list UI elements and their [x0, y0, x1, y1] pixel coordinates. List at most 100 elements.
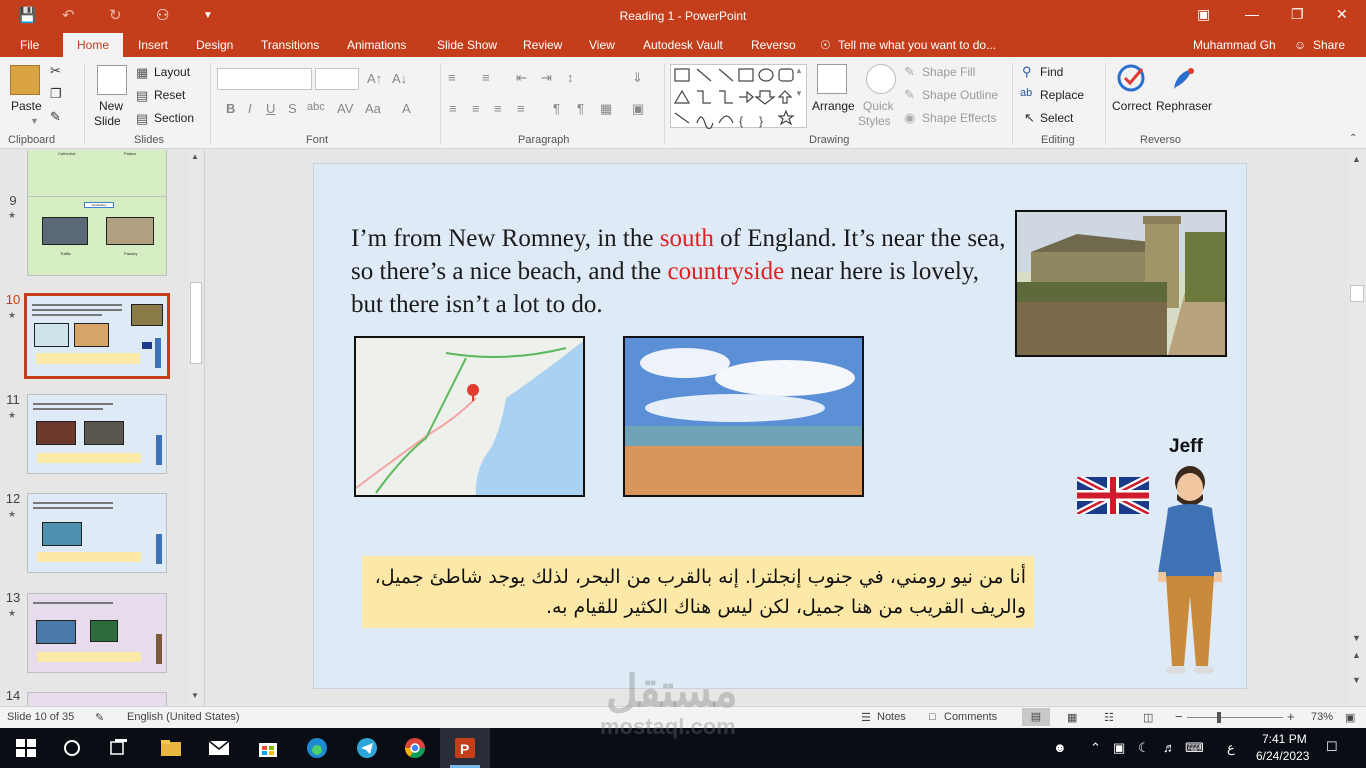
bullets-icon[interactable]: ≡	[448, 70, 456, 85]
scroll-up-icon[interactable]: ▲	[191, 152, 199, 161]
reset-button[interactable]: Reset	[154, 88, 185, 102]
zoom-level[interactable]: 73%	[1311, 711, 1333, 723]
slideshow-icon[interactable]: ◫	[1143, 711, 1153, 724]
font-name-box[interactable]	[217, 68, 312, 90]
copy-icon[interactable]: ❐	[50, 86, 62, 102]
slide-canvas[interactable]: I’m from New Romney, in the south of Eng…	[313, 163, 1247, 689]
notes-button[interactable]: Notes	[877, 711, 906, 723]
shape-fill-button[interactable]: Shape Fill	[922, 65, 975, 79]
previous-slide-icon[interactable]: ▲	[1352, 650, 1361, 660]
clock-time[interactable]: 7:41 PM	[1262, 732, 1307, 746]
justify-icon[interactable]: ≡	[517, 101, 525, 116]
store-icon[interactable]	[256, 736, 280, 760]
next-slide-icon[interactable]: ▼	[1352, 675, 1361, 685]
underline-icon[interactable]: U	[266, 101, 275, 116]
clock-date[interactable]: 6/24/2023	[1256, 749, 1309, 763]
decrease-font-icon[interactable]: A↓	[392, 71, 407, 86]
spell-check-icon[interactable]: ✎	[95, 711, 104, 724]
shape-effects-button[interactable]: Shape Effects	[922, 111, 997, 125]
scroll-down-icon[interactable]: ▼	[1352, 633, 1361, 643]
quick-styles-button-line2[interactable]: Styles	[858, 114, 891, 128]
text-direction-icon[interactable]: ⇓	[632, 70, 643, 86]
reading-view-icon[interactable]: ☷	[1104, 711, 1114, 724]
tab-home[interactable]: Home	[63, 33, 124, 57]
tab-review[interactable]: Review	[523, 38, 562, 52]
keyboard-icon[interactable]: ⌨	[1185, 740, 1204, 756]
collapse-ribbon-icon[interactable]: ⌃	[1349, 133, 1357, 144]
edge-icon[interactable]	[305, 736, 329, 760]
change-case-icon[interactable]: Aa	[365, 101, 381, 116]
comments-button[interactable]: Comments	[944, 711, 997, 723]
tab-design[interactable]: Design	[196, 38, 233, 52]
scroll-down-icon[interactable]: ▼	[191, 691, 199, 700]
decrease-indent-icon[interactable]: ⇤	[516, 70, 527, 86]
find-button[interactable]: Find	[1040, 65, 1063, 79]
line-spacing-icon[interactable]: ↕	[567, 70, 574, 85]
file-explorer-icon[interactable]	[159, 736, 183, 760]
ribbon-display-icon[interactable]: ▣	[1197, 6, 1210, 23]
gallery-up-icon[interactable]: ▲	[795, 66, 803, 75]
correct-button[interactable]: Correct	[1112, 99, 1151, 113]
chrome-icon[interactable]	[403, 736, 427, 760]
rephraser-button[interactable]: Rephraser	[1156, 99, 1212, 113]
increase-font-icon[interactable]: A↑	[367, 71, 382, 86]
ltr-icon[interactable]: ¶	[577, 101, 584, 116]
arabic-translation-box[interactable]: أنا من نيو رومني، في جنوب إنجلترا. إنه ب…	[362, 556, 1034, 628]
numbering-icon[interactable]: ≡	[482, 70, 490, 85]
quick-styles-icon[interactable]	[866, 64, 896, 94]
shapes-gallery[interactable]: {}	[670, 64, 807, 130]
arrange-button[interactable]: Arrange	[812, 99, 855, 113]
replace-button[interactable]: Replace	[1040, 88, 1084, 102]
slide-thumbnail-14[interactable]	[27, 692, 167, 706]
gallery-down-icon[interactable]: ▼	[795, 89, 803, 98]
tab-transitions[interactable]: Transitions	[261, 38, 319, 52]
wifi-icon[interactable]: ☾	[1138, 740, 1150, 756]
tab-reverso[interactable]: Reverso	[751, 38, 796, 52]
spacing-icon[interactable]: AV	[337, 101, 353, 116]
slide-thumbnail-12[interactable]	[27, 493, 167, 573]
language-indicator[interactable]: English (United States)	[127, 711, 240, 723]
tab-slide-show[interactable]: Slide Show	[437, 38, 497, 52]
restore-icon[interactable]: ❐	[1291, 6, 1304, 23]
quick-styles-button[interactable]: Quick	[863, 99, 894, 113]
thumbnail-scrollbar[interactable]	[188, 150, 203, 706]
volume-icon[interactable]: ♬	[1163, 740, 1176, 755]
thumbnail-scroll-thumb[interactable]	[190, 282, 202, 364]
search-icon[interactable]	[60, 736, 84, 760]
slide-scroll-thumb[interactable]	[1350, 285, 1364, 302]
align-center-icon[interactable]: ≡	[472, 101, 480, 116]
rephraser-icon[interactable]	[1168, 63, 1198, 93]
align-left-icon[interactable]: ≡	[449, 101, 457, 116]
scroll-up-icon[interactable]: ▲	[1352, 154, 1361, 164]
tell-me-search[interactable]: Tell me what you want to do...	[838, 38, 996, 52]
slide-thumbnail-10[interactable]	[24, 293, 170, 379]
people-icon[interactable]: ☻	[1053, 740, 1067, 755]
select-button[interactable]: Select	[1040, 111, 1073, 125]
tab-animations[interactable]: Animations	[347, 38, 406, 52]
columns-icon[interactable]: ▦	[600, 101, 612, 117]
tab-view[interactable]: View	[589, 38, 615, 52]
paste-dropdown-icon[interactable]: ▼	[30, 116, 39, 126]
tab-autodesk-vault[interactable]: Autodesk Vault	[643, 38, 723, 52]
layout-button[interactable]: Layout	[154, 65, 190, 79]
slide-body-text[interactable]: I’m from New Romney, in the south of Eng…	[351, 222, 1011, 321]
rtl-icon[interactable]: ¶	[553, 101, 560, 116]
section-button[interactable]: Section	[154, 111, 194, 125]
beach-photo[interactable]	[623, 336, 864, 497]
network-icon[interactable]: ▣	[1113, 740, 1125, 756]
increase-indent-icon[interactable]: ⇥	[541, 70, 552, 86]
paste-icon[interactable]	[10, 65, 40, 95]
powerpoint-taskbar-button[interactable]: P	[440, 728, 490, 768]
smartart-icon[interactable]: ▣	[632, 101, 644, 117]
zoom-slider-thumb[interactable]	[1217, 712, 1221, 723]
font-size-box[interactable]	[315, 68, 359, 90]
input-language[interactable]: ع	[1227, 740, 1235, 756]
zoom-out-icon[interactable]: −	[1175, 709, 1183, 724]
slide-sorter-icon[interactable]: ▦	[1067, 711, 1077, 724]
bold-icon[interactable]: B	[226, 101, 235, 116]
slide-thumbnail-9[interactable]: Vocabulary Traffic Factory	[27, 196, 167, 276]
zoom-in-icon[interactable]: +	[1287, 709, 1295, 724]
show-hidden-icons[interactable]: ⌃	[1090, 740, 1101, 756]
paste-button[interactable]: Paste	[11, 99, 42, 113]
new-slide-button[interactable]: New	[99, 99, 123, 113]
